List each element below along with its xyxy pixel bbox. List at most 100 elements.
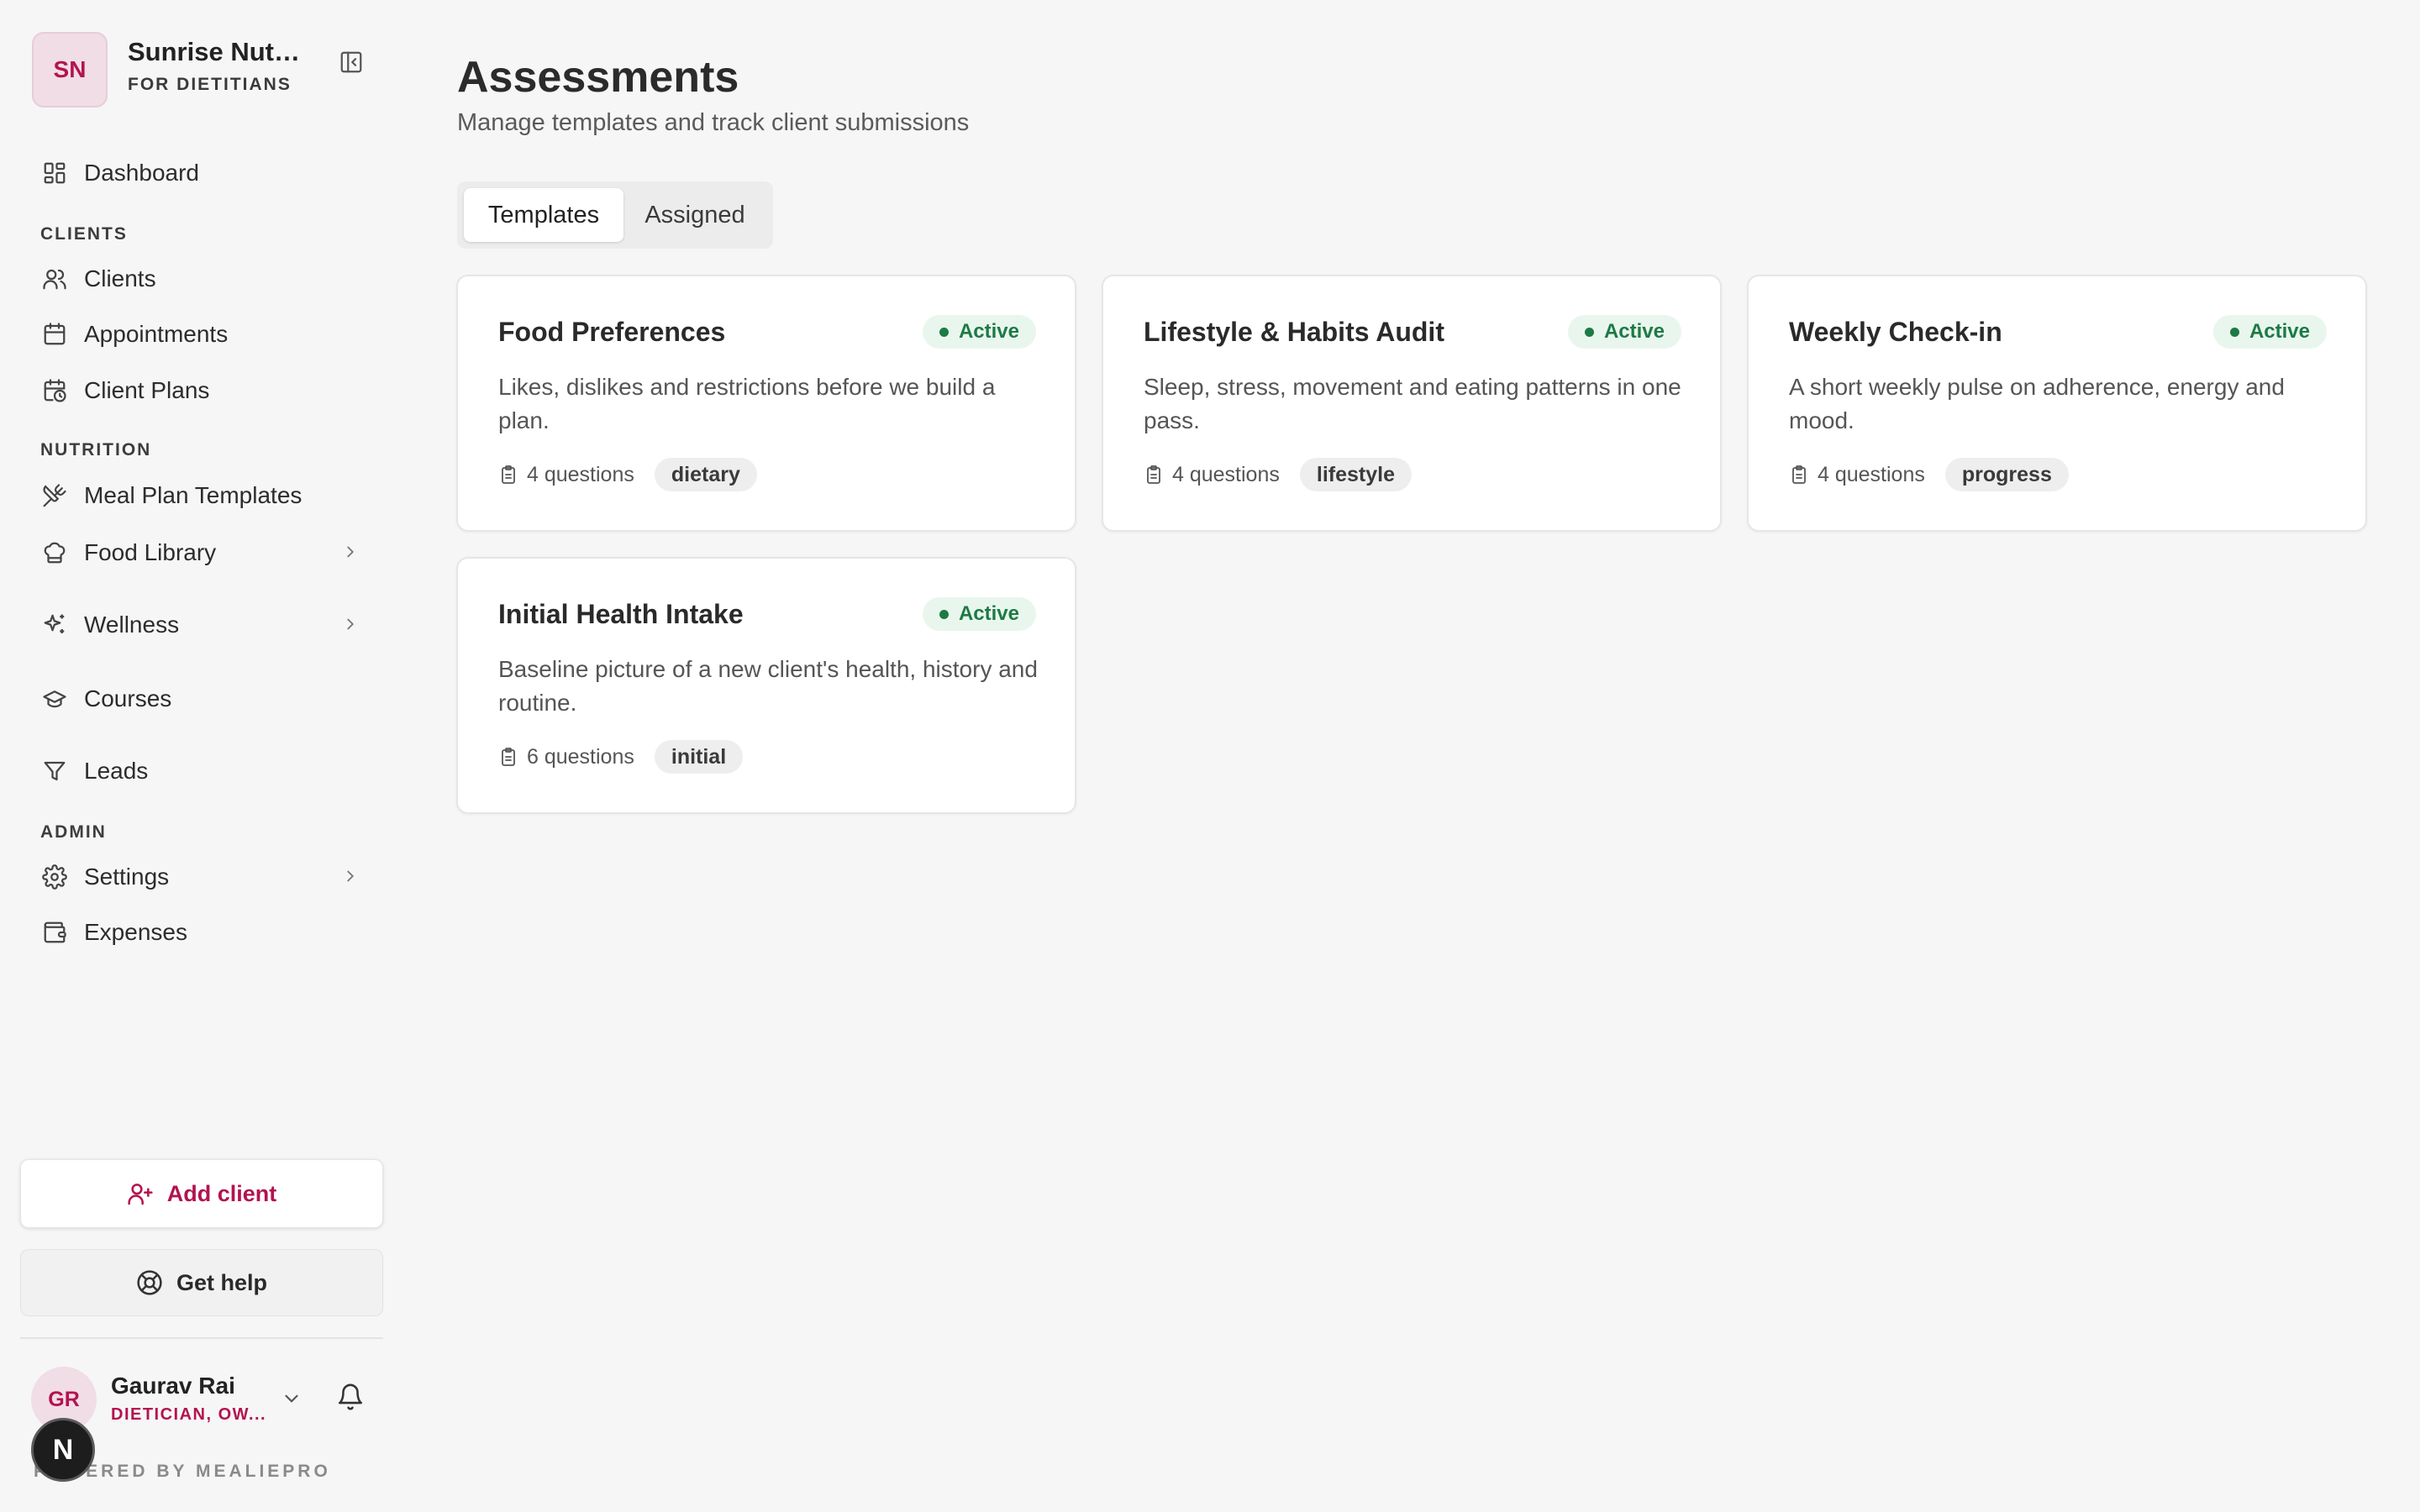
sidebar-item-label: Food Library: [84, 539, 217, 565]
dashboard-icon: [40, 159, 69, 187]
sidebar-item-dashboard[interactable]: Dashboard: [40, 152, 368, 194]
add-client-label: Add client: [166, 1180, 277, 1206]
template-card[interactable]: Initial Health Intake Active Baseline pi…: [456, 557, 1076, 814]
sidebar-item-label: Clients: [84, 265, 156, 291]
life-buoy-icon: [136, 1269, 163, 1296]
sparkles-icon: [40, 611, 69, 639]
sidebar-collapse-icon[interactable]: [334, 45, 368, 79]
status-dot: [939, 609, 949, 619]
status-label: Active: [1603, 320, 1665, 343]
status-badge: Active: [922, 597, 1036, 631]
sidebar-item-label: Dashboard: [84, 160, 199, 186]
users-icon: [40, 265, 69, 293]
sidebar-item-label: Client Plans: [84, 377, 210, 403]
question-count: 6 questions: [498, 745, 634, 769]
question-count-label: 4 questions: [527, 462, 634, 486]
chevron-right-icon: [341, 543, 360, 565]
org-subtitle: FOR DIETITIANS: [128, 75, 292, 94]
sidebar-item-expenses[interactable]: Expenses: [40, 911, 368, 953]
card-title: Initial Health Intake: [498, 599, 744, 629]
page-subtitle: Manage templates and track client submis…: [457, 109, 970, 136]
card-title: Lifestyle & Habits Audit: [1144, 317, 1444, 347]
card-description: Likes, dislikes and restrictions before …: [498, 374, 996, 433]
user-name[interactable]: Gaurav Rai: [111, 1373, 235, 1399]
org-avatar: SN: [32, 32, 108, 108]
get-help-label: Get help: [176, 1269, 267, 1295]
card-description: Baseline picture of a new client's healt…: [498, 656, 1038, 716]
template-card[interactable]: Lifestyle & Habits Audit Active Sleep, s…: [1102, 275, 1722, 532]
sidebar-item-label: Wellness: [84, 612, 180, 638]
status-dot: [1584, 327, 1594, 337]
card-description: Sleep, stress, movement and eating patte…: [1144, 374, 1681, 433]
sidebar-item-settings[interactable]: Settings: [40, 856, 368, 898]
sidebar-item-wellness[interactable]: Wellness: [40, 604, 368, 646]
status-label: Active: [958, 320, 1019, 343]
question-count: 4 questions: [1789, 463, 1925, 487]
status-label: Active: [958, 602, 1019, 625]
status-dot: [2229, 327, 2239, 337]
status-badge: Active: [1567, 315, 1681, 349]
add-client-button[interactable]: Add client: [20, 1159, 383, 1228]
funnel-icon: [40, 757, 69, 785]
chevron-right-icon: [341, 615, 360, 638]
clipboard-icon: [502, 748, 515, 766]
sidebar-item-clients[interactable]: Clients: [40, 258, 368, 300]
sidebar-item-food-library[interactable]: Food Library: [40, 532, 368, 574]
sidebar-item-leads[interactable]: Leads: [40, 750, 368, 792]
chevron-right-icon: [341, 867, 360, 890]
card-description: A short weekly pulse on adherence, energ…: [1789, 374, 2285, 433]
sidebar-item-client-plans[interactable]: Client Plans: [40, 370, 368, 412]
category-tag: progress: [1944, 458, 2069, 491]
tab-list: Templates Assigned: [457, 181, 773, 249]
page-title: Assessments: [457, 53, 739, 102]
gear-icon: [40, 863, 69, 891]
org-name: Sunrise Nutrition: [128, 37, 304, 66]
user-role: DIETICIAN, OW...: [111, 1405, 267, 1424]
status-badge: Active: [2212, 315, 2327, 349]
template-card[interactable]: Food Preferences Active Likes, dislikes …: [456, 275, 1076, 532]
question-count-label: 6 questions: [527, 744, 634, 769]
tab-assigned[interactable]: Assigned: [623, 188, 766, 242]
calendar-clock-icon: [40, 376, 69, 405]
bell-icon[interactable]: [336, 1383, 365, 1415]
sidebar-item-appointments[interactable]: Appointments: [40, 313, 368, 355]
sidebar-item-meal-plan-templates[interactable]: Meal Plan Templates: [40, 475, 368, 517]
devtools-badge[interactable]: N: [31, 1418, 95, 1482]
section-label-admin: ADMIN: [40, 822, 107, 842]
sidebar-item-label: Appointments: [84, 321, 229, 347]
utensils-crossed-icon: [40, 481, 69, 510]
category-tag: initial: [654, 740, 744, 774]
sidebar-item-label: Expenses: [84, 919, 187, 945]
wallet-icon: [40, 918, 69, 947]
category-tag: dietary: [654, 458, 757, 491]
section-label-clients: CLIENTS: [40, 224, 128, 244]
card-meta: 4 questions lifestyle: [1144, 458, 1412, 491]
question-count: 4 questions: [1144, 463, 1280, 487]
section-label-nutrition: NUTRITION: [40, 440, 152, 459]
sidebar-item-label: Courses: [84, 685, 172, 711]
status-label: Active: [2249, 320, 2310, 343]
status-dot: [939, 327, 949, 337]
question-count: 4 questions: [498, 463, 634, 487]
card-meta: 6 questions initial: [498, 740, 744, 774]
chef-hat-icon: [40, 538, 69, 567]
clipboard-icon: [502, 465, 515, 484]
chevron-down-icon[interactable]: [281, 1388, 302, 1414]
get-help-button[interactable]: Get help: [20, 1249, 383, 1316]
sidebar: SN Sunrise Nutrition FOR DIETITIANS Dash…: [0, 0, 403, 1512]
question-count-label: 4 questions: [1818, 462, 1925, 486]
sidebar-item-label: Leads: [84, 758, 149, 784]
org-switcher[interactable]: SN Sunrise Nutrition FOR DIETITIANS: [32, 32, 368, 109]
sidebar-item-label: Settings: [84, 864, 170, 890]
sidebar-divider: [20, 1337, 383, 1339]
sidebar-item-courses[interactable]: Courses: [40, 678, 368, 720]
sidebar-item-label: Meal Plan Templates: [84, 482, 302, 508]
status-badge: Active: [922, 315, 1036, 349]
card-title: Food Preferences: [498, 317, 726, 347]
clipboard-icon: [1147, 465, 1160, 484]
question-count-label: 4 questions: [1172, 462, 1280, 486]
card-meta: 4 questions dietary: [498, 458, 757, 491]
graduation-cap-icon: [40, 685, 69, 713]
template-card[interactable]: Weekly Check-in Active A short weekly pu…: [1747, 275, 2367, 532]
tab-templates[interactable]: Templates: [464, 188, 623, 242]
